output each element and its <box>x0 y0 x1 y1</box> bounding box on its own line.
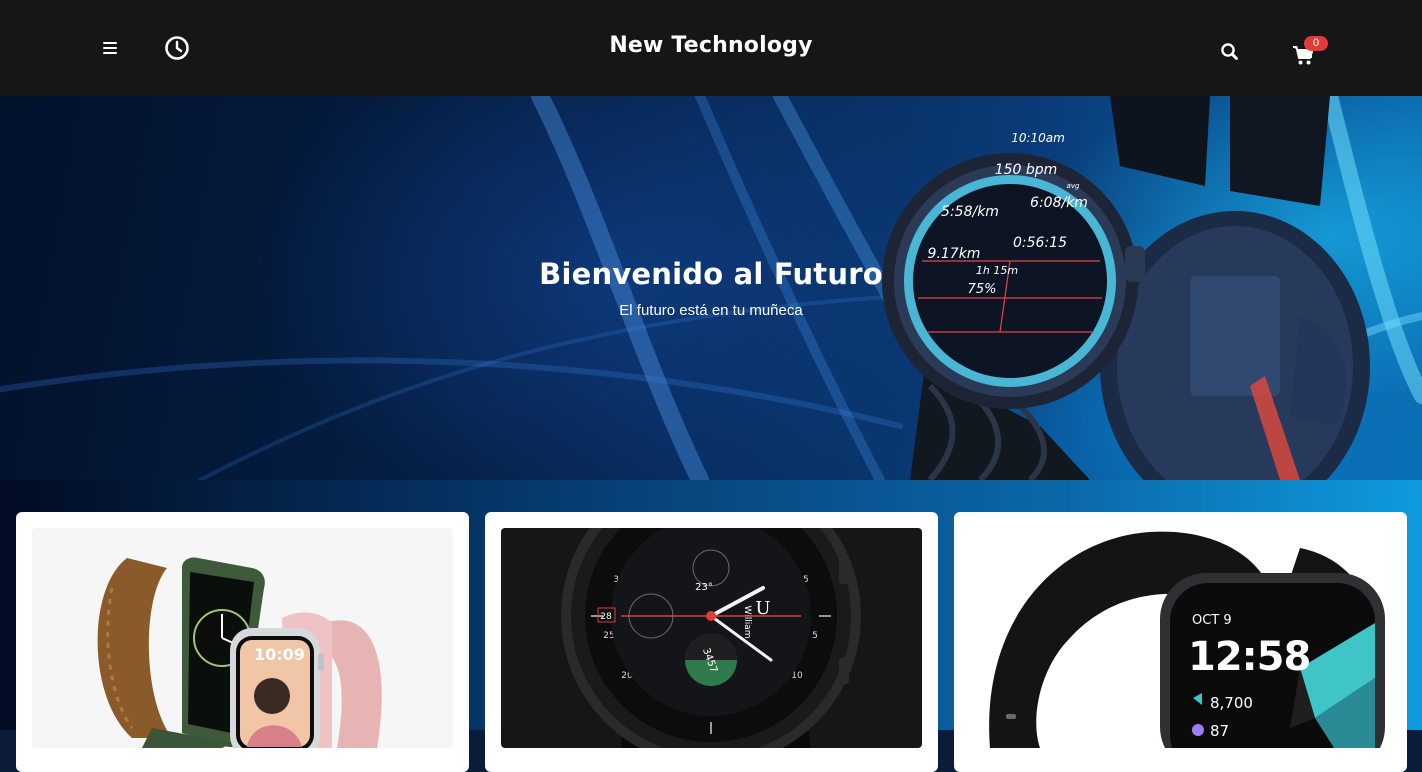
search-icon[interactable] <box>1220 42 1240 62</box>
brand-title[interactable]: New Technology <box>0 33 1422 58</box>
watch-heart-rate: 150 bpm <box>995 162 1058 178</box>
apple-watch-product-image[interactable]: 10:09 <box>32 528 453 748</box>
product-card-galaxy-watch[interactable]: 45 40 50 35 55 25 5 20 10 23° <box>485 512 938 772</box>
watch-avg-label: avg <box>1067 182 1080 190</box>
fitbit-steps: 8,700 <box>1210 694 1253 712</box>
product-card-apple-watch[interactable]: 10:09 <box>16 512 469 772</box>
watch-pace: 5:58/km <box>941 204 999 220</box>
hero-subtitle: El futuro está en tu muñeca <box>619 302 803 319</box>
fitbit-product-image[interactable]: OCT 9 12:58 8,700 87 <box>970 528 1391 748</box>
hero-banner: 10:10am 150 bpm 5:58/km 6:08/km avg 9.17… <box>0 96 1422 480</box>
galaxy-date: 28 <box>600 612 612 622</box>
hero-title: Bienvenido al Futuro <box>539 257 883 291</box>
fitbit-stat: 87 <box>1210 722 1229 740</box>
products-section: 10:09 45 40 <box>0 480 1422 772</box>
galaxy-temp: 23° <box>695 582 713 593</box>
watch-time: 10:10am <box>1011 131 1065 145</box>
galaxy-watch-product-image[interactable]: 45 40 50 35 55 25 5 20 10 23° <box>501 528 922 748</box>
top-navbar: New Technology 0 <box>0 0 1422 96</box>
watch-duration: 0:56:15 <box>1013 235 1067 251</box>
cart-count-badge: 0 <box>1304 36 1328 51</box>
svg-text:10:09: 10:09 <box>254 645 305 664</box>
fitbit-time: 12:58 <box>1188 634 1310 680</box>
product-card-fitbit[interactable]: OCT 9 12:58 8,700 87 <box>954 512 1407 772</box>
galaxy-name: William <box>742 606 752 639</box>
fitbit-date: OCT 9 <box>1192 613 1232 628</box>
svg-text:5: 5 <box>812 631 818 641</box>
watch-avg-pace: 6:08/km <box>1030 195 1088 211</box>
